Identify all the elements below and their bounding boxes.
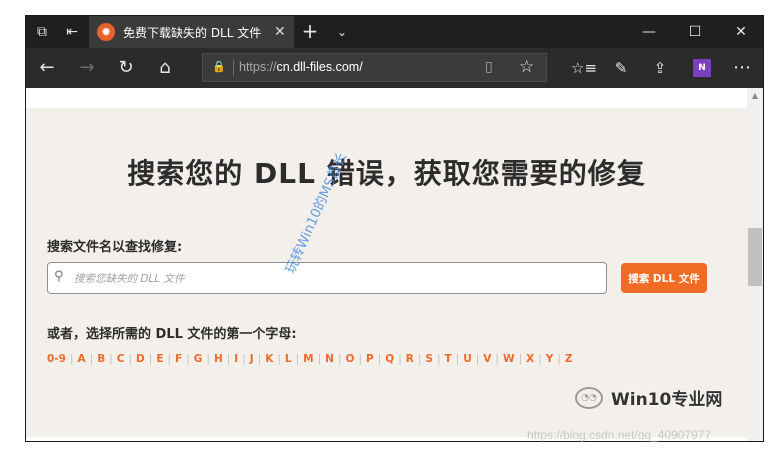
alphabet-label: 或者，选择所需的 DLL 文件的第一个字母:	[47, 327, 297, 342]
wechat-icon: ◔◔	[575, 386, 603, 409]
letter-link-x[interactable]: X	[526, 353, 534, 365]
letter-separator: |	[337, 353, 342, 365]
letter-separator: |	[89, 353, 94, 365]
letter-separator: |	[277, 353, 281, 365]
tab-strip: ⧉ ⇤ ✹ 免费下载缺失的 DLL 文件 ✕ + ⌄ — ☐ ✕	[26, 16, 763, 48]
tab-title: 免费下载缺失的 DLL 文件	[123, 25, 262, 40]
vertical-scrollbar[interactable]: ▲	[747, 88, 763, 441]
letter-link-j[interactable]: J	[250, 353, 254, 365]
letter-link-c[interactable]: C	[117, 353, 125, 365]
letter-link-i[interactable]: I	[234, 353, 238, 365]
letter-link-q[interactable]: Q	[385, 353, 394, 365]
onenote-icon[interactable]: N	[693, 59, 711, 77]
alphabet-links: 0-9 | A | B | C | D | E | F | G | H | I | J | K | L | M | N | O | P | Q | R |…	[47, 353, 573, 365]
letter-separator: |	[257, 353, 262, 365]
letter-separator: |	[538, 353, 542, 365]
home-icon[interactable]: ⌂	[152, 56, 178, 80]
navigation-bar: ← → ↻ ⌂ 🔒 https://cn.dll-files.com/ ▯ ☆ …	[26, 48, 763, 88]
refresh-icon[interactable]: ↻	[113, 56, 139, 80]
letter-link-a[interactable]: A	[78, 353, 86, 365]
letter-separator: |	[557, 353, 561, 365]
address-bar[interactable]: 🔒 https://cn.dll-files.com/ ▯ ☆	[202, 53, 547, 82]
letter-link-m[interactable]: M	[303, 353, 313, 365]
letter-link-n[interactable]: N	[325, 353, 334, 365]
search-button[interactable]: 搜索 DLL 文件	[621, 263, 707, 293]
back-arrow-icon[interactable]: ←	[34, 56, 60, 80]
letter-separator: |	[398, 353, 402, 365]
letter-separator: |	[69, 353, 74, 365]
scroll-up-arrow-icon[interactable]: ▲	[747, 88, 763, 104]
letter-link-z[interactable]: Z	[565, 353, 573, 365]
letter-separator: |	[167, 353, 172, 365]
letter-separator: |	[377, 353, 382, 365]
letter-link-l[interactable]: L	[285, 353, 292, 365]
letter-link-o[interactable]: O	[346, 353, 355, 365]
letter-separator: |	[475, 353, 480, 365]
chevron-down-icon[interactable]: ⌄	[330, 21, 354, 43]
minimize-button[interactable]: —	[626, 16, 672, 48]
tab-preview-icon[interactable]: ⧉	[32, 22, 52, 42]
reading-view-icon[interactable]: ▯	[485, 59, 493, 75]
letter-link-g[interactable]: G	[194, 353, 203, 365]
new-tab-button[interactable]: +	[298, 20, 322, 42]
letter-separator: |	[148, 353, 153, 365]
pen-icon[interactable]: ✎	[608, 56, 634, 80]
letter-separator: |	[518, 353, 523, 365]
letter-link-d[interactable]: D	[136, 353, 145, 365]
address-divider	[233, 60, 234, 76]
letter-link-u[interactable]: U	[463, 353, 472, 365]
letter-separator: |	[417, 353, 422, 365]
letter-link-t[interactable]: T	[444, 353, 451, 365]
letter-link-h[interactable]: H	[214, 353, 223, 365]
search-label: 搜索文件名以查找修复:	[47, 240, 183, 255]
letter-link-w[interactable]: W	[503, 353, 515, 365]
active-tab[interactable]: ✹ 免费下载缺失的 DLL 文件 ✕	[89, 16, 294, 48]
share-icon[interactable]: ⇪	[647, 56, 673, 80]
tab-close-icon[interactable]: ✕	[274, 24, 286, 40]
letter-separator: |	[226, 353, 231, 365]
letter-link-y[interactable]: Y	[546, 353, 554, 365]
page-title: 搜索您的 DLL 错误，获取您需要的修复	[127, 157, 646, 190]
gear-icon: ✹	[97, 23, 115, 41]
letter-link-b[interactable]: B	[97, 353, 105, 365]
close-button[interactable]: ✕	[718, 16, 763, 48]
letter-separator: |	[295, 353, 300, 365]
letter-link-s[interactable]: S	[425, 353, 433, 365]
url-host: cn.dll-files.com/	[276, 60, 363, 74]
url-protocol: https://	[239, 60, 277, 74]
letter-separator: |	[206, 353, 210, 365]
scroll-thumb[interactable]	[748, 228, 762, 286]
letter-separator: |	[109, 353, 113, 365]
wechat-account-name: Win10专业网	[611, 390, 723, 410]
more-menu-icon[interactable]: ⋯	[729, 56, 755, 80]
favorite-star-icon[interactable]: ☆	[519, 57, 534, 77]
letter-link-k[interactable]: K	[265, 353, 273, 365]
forward-arrow-icon[interactable]: →	[74, 56, 100, 80]
favorites-list-icon[interactable]: ☆≡	[571, 56, 597, 80]
letter-separator: |	[186, 353, 190, 365]
letter-link-f[interactable]: F	[175, 353, 182, 365]
wechat-watermark: ◔◔ Win10专业网	[575, 385, 722, 410]
browser-window: ⧉ ⇤ ✹ 免费下载缺失的 DLL 文件 ✕ + ⌄ — ☐ ✕ ← → ↻ ⌂…	[25, 15, 764, 442]
set-aside-tabs-icon[interactable]: ⇤	[62, 22, 82, 42]
lock-icon: 🔒	[212, 60, 226, 73]
letter-separator: |	[495, 353, 499, 365]
search-field[interactable]: ⚲	[47, 262, 607, 294]
letter-link-e[interactable]: E	[156, 353, 163, 365]
letter-separator: |	[358, 353, 362, 365]
letter-link-r[interactable]: R	[406, 353, 414, 365]
search-input[interactable]	[72, 269, 596, 289]
letter-link-v[interactable]: V	[483, 353, 491, 365]
url-text[interactable]: https://cn.dll-files.com/	[239, 60, 363, 74]
maximize-button[interactable]: ☐	[672, 16, 718, 48]
letter-link-p[interactable]: P	[366, 353, 374, 365]
source-credit: https://blog.csdn.net/qq_40907977	[527, 428, 712, 442]
letter-separator: |	[128, 353, 133, 365]
search-icon: ⚲	[54, 269, 64, 284]
letter-separator: |	[436, 353, 441, 365]
letter-separator: |	[242, 353, 246, 365]
letter-separator: |	[317, 353, 322, 365]
letter-separator: |	[455, 353, 460, 365]
letter-link-0-9[interactable]: 0-9	[47, 353, 66, 365]
